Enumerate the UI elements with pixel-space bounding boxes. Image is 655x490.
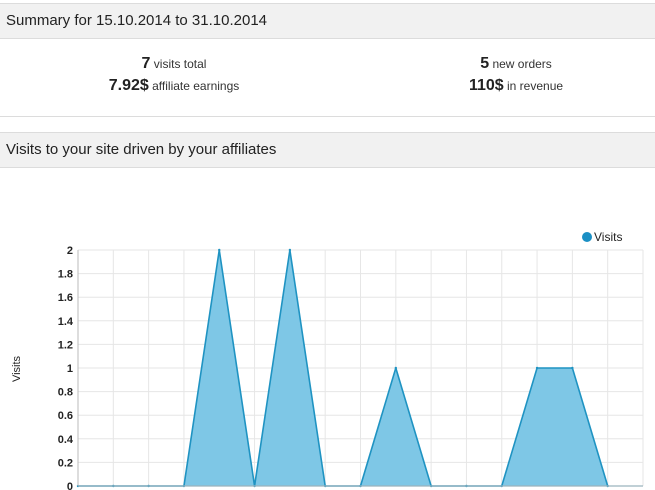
y-tick-label: 0.8 (58, 387, 73, 399)
new-orders-label: new orders (492, 57, 552, 71)
revenue-value: 110$ (468, 77, 504, 94)
revenue-label: in revenue (507, 79, 564, 93)
y-tick-label: 0.6 (58, 410, 73, 422)
y-axis-title: Visits (11, 355, 23, 382)
visits-data-point[interactable] (218, 248, 221, 252)
y-tick-label: 0.4 (58, 434, 74, 446)
new-orders-stat: 5 new orders (396, 53, 636, 75)
y-tick-label: 1.8 (58, 269, 73, 281)
visits-total-value: 7 (141, 55, 151, 72)
affiliate-earnings-stat: 7.92$ affiliate earnings (54, 75, 294, 97)
visits-total-stat: 7 visits total (54, 53, 294, 75)
summary-title: Summary for 15.10.2014 to 31.10.2014 (6, 12, 268, 29)
legend-label-visits: Visits (594, 230, 622, 244)
visits-data-point[interactable] (288, 248, 292, 252)
summary-left-column: 7 visits total 7.92$ affiliate earnings (54, 53, 294, 97)
y-tick-label: 0.2 (58, 457, 73, 469)
y-tick-label: 1.4 (58, 316, 74, 328)
revenue-stat: 110$ in revenue (396, 75, 636, 97)
y-tick-label: 2 (67, 245, 73, 257)
y-tick-label: 1 (67, 363, 73, 375)
y-tick-label: 0 (67, 481, 73, 490)
visits-data-point[interactable] (394, 366, 398, 370)
summary-stats: 7 visits total 7.92$ affiliate earnings … (0, 39, 655, 117)
visits-data-point[interactable] (535, 366, 539, 370)
visits-chart: Visits 0 0.2 0.4 0.6 0.8 1 1.2 1.4 1.6 1.8 2 Visit… (11, 230, 644, 490)
visits-total-label: visits total (153, 57, 207, 71)
visits-data-point[interactable] (571, 366, 574, 370)
summary-right-column: 5 new orders 110$ in revenue (396, 53, 636, 97)
new-orders-value: 5 (480, 55, 490, 72)
chart-legend[interactable]: Visits (582, 230, 622, 244)
affiliate-earnings-label: affiliate earnings (152, 79, 240, 93)
legend-marker-visits (582, 232, 592, 242)
affiliate-earnings-value: 7.92$ (108, 77, 149, 94)
y-tick-label: 1.2 (58, 339, 73, 351)
y-tick-label: 1.6 (58, 292, 73, 304)
chart-section-header: Visits to your site driven by your affil… (0, 132, 655, 168)
chart-section-title: Visits to your site driven by your affil… (6, 141, 277, 158)
summary-header: Summary for 15.10.2014 to 31.10.2014 (0, 3, 655, 39)
